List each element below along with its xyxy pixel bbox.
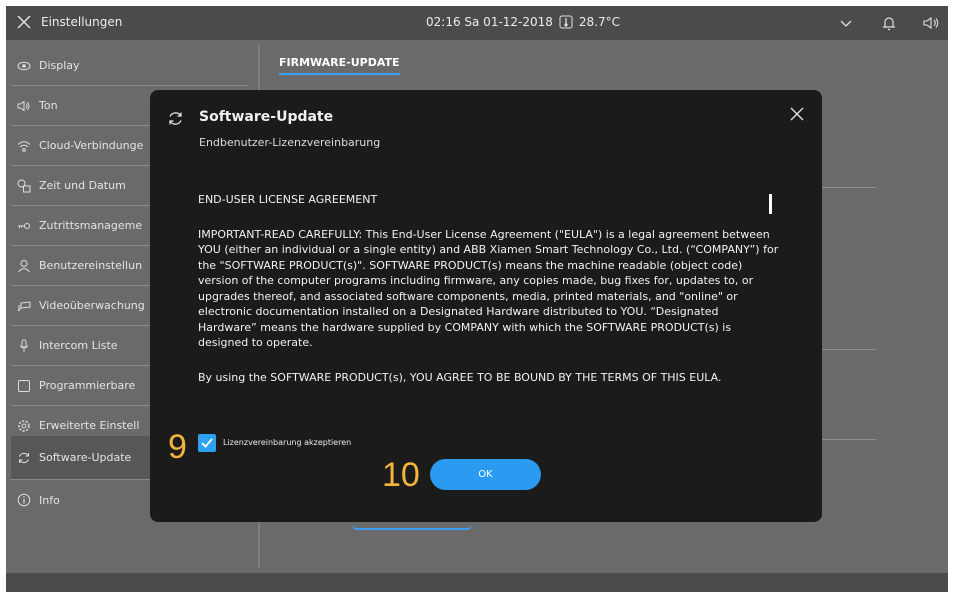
sidebar-item-label: Zeit und Datum: [39, 179, 126, 192]
sidebar-item-label: Programmierbare: [39, 379, 136, 392]
section-title: FIRMWARE-UPDATE: [279, 56, 400, 75]
info-icon: [17, 493, 31, 507]
eula-text-area[interactable]: END-USER LICENSE AGREEMENT IMPORTANT-REA…: [198, 192, 780, 422]
sidebar-item-label: Videoüberwachung: [39, 299, 145, 312]
ok-button[interactable]: OK: [430, 459, 541, 490]
sidebar-item-label: Display: [39, 59, 80, 72]
sidebar-item-label: Erweiterte Einstell: [39, 419, 140, 432]
gear-icon: [18, 419, 30, 432]
top-bar: Einstellungen 02:16 Sa 01-12-2018 28.7°C: [6, 6, 948, 40]
bell-icon[interactable]: [879, 13, 899, 33]
sidebar-item-label: Cloud-Verbindunge: [39, 139, 144, 152]
refresh-icon: [19, 452, 29, 463]
sidebar-item-label: Ton: [39, 99, 58, 112]
sidebar-item-display[interactable]: Display: [11, 46, 249, 86]
clock-calendar-icon: [17, 179, 31, 192]
wifi-icon: [17, 140, 31, 152]
thermometer-icon: [559, 15, 573, 29]
speaker-icon[interactable]: [921, 13, 941, 33]
window-title: Einstellungen: [41, 15, 123, 29]
close-icon[interactable]: [14, 12, 34, 32]
sidebar-item-label: Info: [39, 493, 60, 507]
close-icon[interactable]: [788, 105, 806, 123]
sidebar-item-label: Intercom Liste: [39, 339, 118, 352]
sidebar-item-label: Zutrittsmanageme: [39, 219, 143, 232]
status-area: 02:16 Sa 01-12-2018 28.7°C: [426, 15, 620, 29]
accept-license-label[interactable]: Lizenzvereinbarung akzeptieren: [223, 438, 351, 447]
eula-heading: END-USER LICENSE AGREEMENT: [198, 193, 378, 206]
chevron-down-icon[interactable]: [836, 13, 856, 33]
annotation-marker-9: 9: [168, 428, 187, 466]
eye-icon: [17, 61, 31, 70]
speaker-icon: [17, 100, 30, 111]
microphone-icon: [19, 339, 29, 352]
key-icon: [18, 222, 30, 229]
datetime-text: 02:16 Sa 01-12-2018: [426, 15, 553, 29]
background-button: [352, 525, 472, 530]
scrollbar-thumb[interactable]: [769, 194, 772, 214]
content-divider: [822, 439, 876, 440]
bottom-bar: [6, 573, 948, 592]
temperature-text: 28.7°C: [578, 15, 621, 29]
eula-paragraph: IMPORTANT-READ CAREFULLY: This End-User …: [198, 227, 779, 350]
user-icon: [18, 259, 30, 272]
camera-icon: [17, 300, 31, 311]
sidebar-item-label: Benutzereinstellun: [39, 259, 143, 272]
accept-license-checkbox[interactable]: [198, 434, 216, 452]
content-divider: [822, 187, 876, 188]
eula-paragraph: By using the SOFTWARE PRODUCT(s), YOU AG…: [198, 370, 722, 384]
sidebar-item-label: Software-Update: [39, 451, 132, 464]
software-update-dialog: Software-Update Endbenutzer-Lizenzverein…: [150, 90, 822, 522]
dialog-subtitle: Endbenutzer-Lizenzvereinbarung: [199, 136, 381, 149]
refresh-icon: [169, 112, 182, 125]
square-icon: [18, 379, 30, 392]
content-divider: [822, 349, 876, 350]
checkmark-icon: [201, 438, 213, 448]
annotation-marker-10: 10: [382, 456, 420, 494]
dialog-title: Software-Update: [199, 109, 334, 125]
